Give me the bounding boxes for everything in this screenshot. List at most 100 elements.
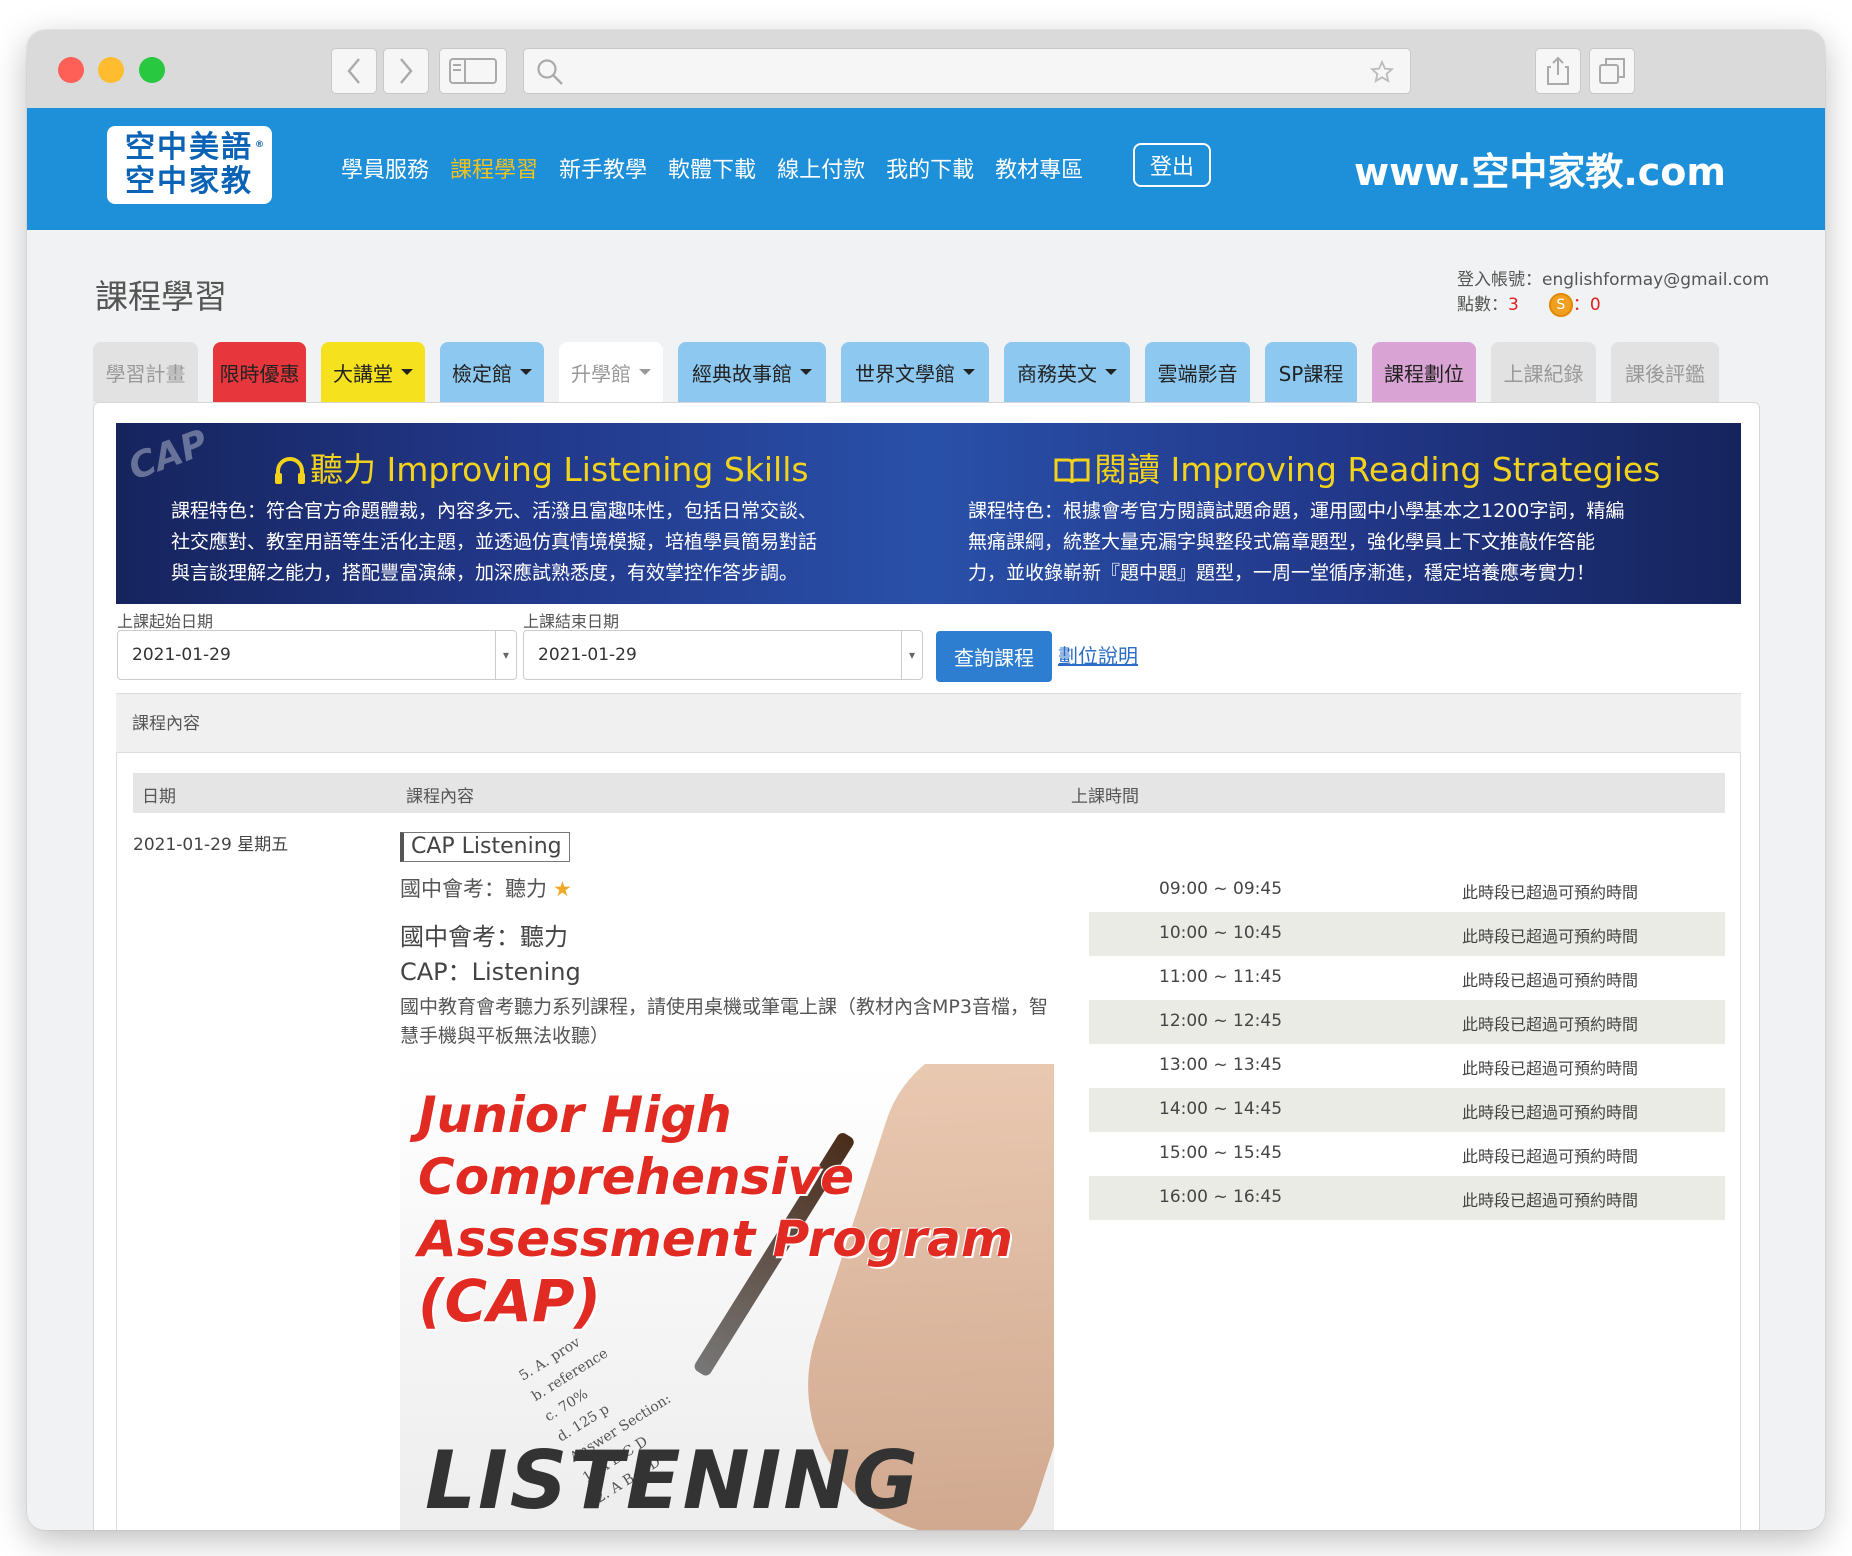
booking-help-link[interactable]: 劃位說明 (1058, 640, 1138, 669)
points-value: 3 (1508, 295, 1519, 315)
tabs-icon (1599, 58, 1625, 84)
tab-label: 商務英文 (1017, 361, 1097, 386)
tab-learning-plan[interactable]: 學習計畫 (93, 342, 198, 402)
address-bar[interactable] (523, 48, 1411, 94)
tab-classic-stories[interactable]: 經典故事館 (678, 342, 826, 402)
slot-status: 此時段已超過可預約時間 (1462, 1147, 1639, 1166)
tab-label: 升學館 (571, 361, 631, 386)
slot-time: 11:00 ~ 11:45 (1159, 967, 1283, 987)
back-button[interactable] (331, 48, 377, 94)
account-email: englishformay@gmail.com (1542, 270, 1770, 290)
tabs-overview-button[interactable] (1589, 48, 1635, 94)
reading-title: 閱讀 Improving Reading Strategies (1094, 450, 1661, 489)
slot-status: 此時段已超過可預約時間 (1462, 927, 1639, 946)
logout-button[interactable]: 登出 (1133, 143, 1211, 187)
cap-course-banner: CAP 聽力 Improving Listening Skills 課程特色：符… (116, 423, 1741, 604)
reading-line: 無痛課綱，統整大量克漏字與整段式篇章題型，強化學員上下文推敲作答能 (968, 531, 1596, 553)
slot-status: 此時段已超過可預約時間 (1462, 883, 1639, 902)
listening-description: 課程特色：符合官方命題體裁，內容多元、活潑且富趣味性，包括日常交談、 社交應對、… (171, 496, 817, 589)
course-cover-image: 5. A. prov b. reference c. 70% d. 125 p … (400, 1064, 1054, 1530)
headphones-icon (275, 457, 305, 484)
tab-label: 雲端影音 (1157, 361, 1238, 386)
listening-line: 課程特色：符合官方命題體裁，內容多元、活潑且富趣味性，包括日常交談、 (171, 500, 818, 522)
end-date-select[interactable]: 2021-01-29 ▾ (523, 630, 923, 680)
time-slot[interactable]: 15:00 ~ 15:45 此時段已超過可預約時間 (1089, 1132, 1725, 1176)
slot-time: 16:00 ~ 16:45 (1159, 1187, 1283, 1207)
nav-item-course-learning[interactable]: 課程學習 (450, 152, 538, 184)
course-description: 國中教育會考聽力系列課程，請使用桌機或筆電上課（教材內含MP3音檔，智慧手機與平… (400, 996, 1048, 1047)
tab-label: 課後評鑑 (1625, 361, 1705, 386)
page-title: 課程學習 (95, 277, 227, 316)
slot-time: 15:00 ~ 15:45 (1159, 1143, 1283, 1163)
tab-business-english[interactable]: 商務英文 (1004, 342, 1130, 402)
slot-time: 13:00 ~ 13:45 (1159, 1055, 1283, 1075)
course-tag: CAP Listening (400, 832, 570, 862)
start-date-select[interactable]: 2021-01-29 ▾ (117, 630, 517, 680)
forward-button[interactable] (383, 48, 429, 94)
tab-label: 課程劃位 (1384, 361, 1464, 386)
tab-certification[interactable]: 檢定館 (440, 342, 544, 402)
course-subtitle-text: 國中會考：聽力 (400, 877, 547, 901)
slot-time: 14:00 ~ 14:45 (1159, 1099, 1283, 1119)
registered-mark: ® (255, 140, 266, 150)
tab-advancement[interactable]: 升學館 (559, 342, 663, 402)
time-slot[interactable]: 14:00 ~ 14:45 此時段已超過可預約時間 (1089, 1088, 1725, 1132)
chevron-left-icon (347, 58, 360, 84)
book-icon (1054, 458, 1090, 484)
course-date: 2021-01-29 星期五 (133, 835, 289, 855)
minimize-window-button[interactable] (98, 57, 124, 83)
nav-item-online-payment[interactable]: 線上付款 (777, 152, 865, 184)
time-slot[interactable]: 11:00 ~ 11:45 此時段已超過可預約時間 (1089, 956, 1725, 1000)
time-slot[interactable]: 09:00 ~ 09:45 此時段已超過可預約時間 (1089, 868, 1725, 912)
tab-world-literature[interactable]: 世界文學館 (841, 342, 989, 402)
sidebar-toggle-button[interactable] (439, 48, 507, 94)
tab-label: 限時優惠 (219, 361, 300, 386)
site-url-text: www.空中家教.com (1354, 150, 1726, 194)
column-date: 日期 (142, 787, 176, 807)
chevron-right-icon (400, 58, 413, 84)
tab-class-records[interactable]: 上課紀錄 (1491, 342, 1596, 402)
chevron-down-icon (963, 369, 975, 375)
time-slot[interactable]: 13:00 ~ 13:45 此時段已超過可預約時間 (1089, 1044, 1725, 1088)
course-table-header: 日期 課程內容 上課時間 (133, 773, 1725, 813)
nav-item-software-download[interactable]: 軟體下載 (668, 152, 756, 184)
browser-titlebar (27, 30, 1825, 108)
star-icon: ★ (553, 877, 572, 901)
maximize-window-button[interactable] (139, 57, 165, 83)
nav-item-beginner-guide[interactable]: 新手教學 (559, 152, 647, 184)
site-header: ® 空中美語 空中家教 學員服務 課程學習 新手教學 軟體下載 線上付款 我的下… (27, 108, 1825, 230)
tab-label: 上課紀錄 (1503, 361, 1584, 386)
tab-cloud-video[interactable]: 雲端影音 (1145, 342, 1250, 402)
tab-label: 檢定館 (452, 361, 512, 386)
main-nav: 學員服務 課程學習 新手教學 軟體下載 線上付款 我的下載 教材專區 (341, 152, 1083, 184)
chevron-down-icon (800, 369, 812, 375)
slot-time: 12:00 ~ 12:45 (1159, 1011, 1283, 1031)
logo-line-1: 空中美語 (125, 130, 253, 165)
query-courses-button[interactable]: 查詢課程 (936, 631, 1052, 682)
share-button[interactable] (1535, 48, 1581, 94)
listening-title: 聽力 Improving Listening Skills (310, 450, 809, 489)
tab-limited-offer[interactable]: 限時優惠 (213, 342, 306, 402)
nav-item-my-downloads[interactable]: 我的下載 (886, 152, 974, 184)
tab-sp-course[interactable]: SP課程 (1265, 342, 1357, 402)
time-slot[interactable]: 10:00 ~ 10:45 此時段已超過可預約時間 (1089, 912, 1725, 956)
tab-course-booking[interactable]: 課程劃位 (1372, 342, 1476, 402)
share-icon (1547, 56, 1569, 85)
time-slot[interactable]: 16:00 ~ 16:45 此時段已超過可預約時間 (1089, 1176, 1725, 1220)
course-subtitle: 國中會考：聽力 ★ (400, 873, 572, 903)
course-title: 國中會考：聽力 CAP：Listening (400, 920, 581, 990)
nav-item-materials[interactable]: 教材專區 (995, 152, 1083, 184)
course-section-header: 課程內容 (116, 693, 1741, 753)
tab-label: 世界文學館 (855, 361, 955, 386)
close-window-button[interactable] (58, 57, 84, 83)
nav-item-member-services[interactable]: 學員服務 (341, 152, 429, 184)
chevron-down-icon (401, 369, 413, 375)
tab-post-class-review[interactable]: 課後評鑑 (1611, 342, 1719, 402)
column-time: 上課時間 (1071, 787, 1139, 807)
star-bookmark-icon[interactable] (1370, 60, 1394, 84)
site-logo[interactable]: ® 空中美語 空中家教 (107, 126, 272, 204)
tab-lecture-hall[interactable]: 大講堂 (321, 342, 425, 402)
course-title-zh: 國中會考：聽力 (400, 923, 568, 951)
time-slot[interactable]: 12:00 ~ 12:45 此時段已超過可預約時間 (1089, 1000, 1725, 1044)
slot-status: 此時段已超過可預約時間 (1462, 1015, 1639, 1034)
